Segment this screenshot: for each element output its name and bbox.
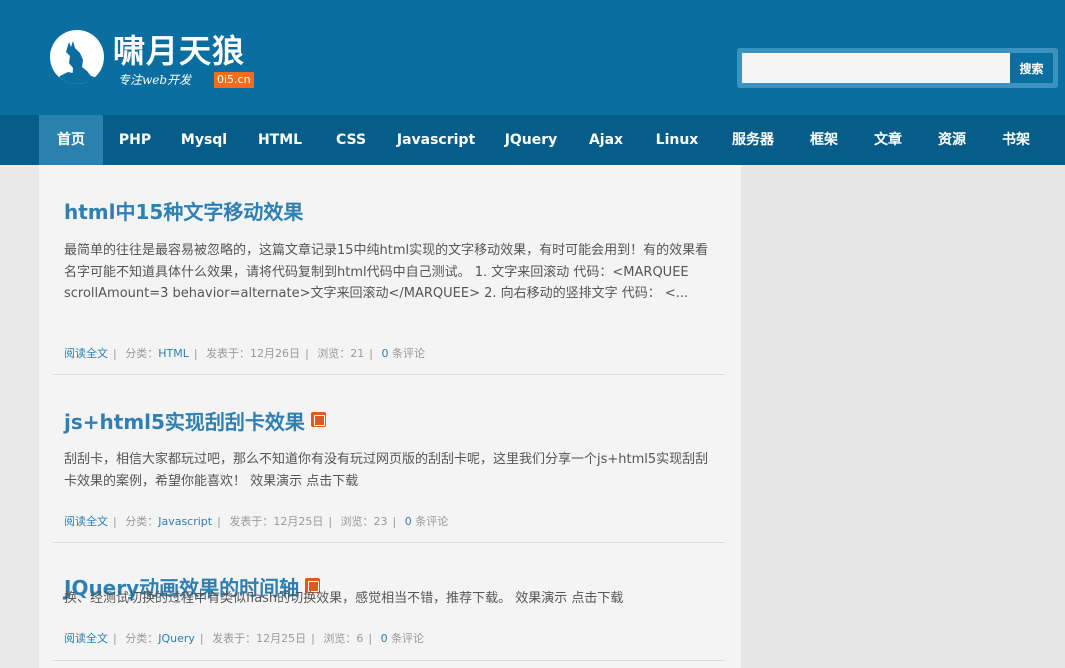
category-label: 分类： <box>125 347 159 360</box>
view-count: 浏览：23 <box>340 515 388 528</box>
comment-count[interactable]: 0 <box>405 515 412 528</box>
post-excerpt: 刮刮卡，相信大家都玩过吧，那么不知道你有没有玩过网页版的刮刮卡呢，这里我们分享一… <box>64 452 709 489</box>
search-button[interactable]: 搜索 <box>1010 53 1053 83</box>
domain-badge: 0i5.cn <box>214 72 254 88</box>
category-label: 分类： <box>125 632 159 645</box>
nav-item-css[interactable]: CSS <box>328 115 374 165</box>
site-tagline: 专注web开发 <box>118 73 192 87</box>
post-divider <box>53 660 725 661</box>
read-more-link[interactable]: 阅读全文 <box>64 632 108 645</box>
wolf-logo-icon[interactable] <box>50 30 104 84</box>
search-input[interactable] <box>742 53 1010 83</box>
nav-item-ajax[interactable]: Ajax <box>582 115 630 165</box>
nav-item-books[interactable]: 书架 <box>992 115 1040 165</box>
post-date: 发表于：12月25日 <box>212 632 307 645</box>
post-excerpt: 最简单的往往是最容易被忽略的，这篇文章记录15中纯html实现的文字移动效果，有… <box>64 243 709 301</box>
nav-item-framework[interactable]: 框架 <box>800 115 848 165</box>
nav-item-jquery[interactable]: JQuery <box>498 115 564 165</box>
category-link[interactable]: Javascript <box>158 515 212 528</box>
nav-item-html[interactable]: HTML <box>250 115 310 165</box>
post-meta: 阅读全文 | 分类：JQuery | 发表于：12月25日 | 浏览：6 | 0 条评论 <box>64 632 425 645</box>
read-more-link[interactable]: 阅读全文 <box>64 515 108 528</box>
read-more-link[interactable]: 阅读全文 <box>64 347 108 360</box>
post-date: 发表于：12月25日 <box>229 515 324 528</box>
post-item: js+html5实现刮刮卡效果 刮刮卡，相信大家都玩过吧，那么不知道你有没有玩过… <box>53 375 725 543</box>
post-excerpt: 换、经测试切换的过程中有类似flash的切换效果，感觉相当不错，推荐下载。 效果… <box>64 591 624 606</box>
post-item: JQuery动画效果的时间轴 换、经测试切换的过程中有类似flash的切换效果，… <box>53 543 725 668</box>
view-count: 浏览：21 <box>317 347 365 360</box>
nav-item-resources[interactable]: 资源 <box>928 115 976 165</box>
comments-label: 条评论 <box>415 515 449 528</box>
post-meta: 阅读全文 | 分类：Javascript | 发表于：12月25日 | 浏览：23 | … <box>64 515 449 528</box>
nav-item-server[interactable]: 服务器 <box>724 115 782 165</box>
view-count: 浏览：6 <box>323 632 364 645</box>
category-link[interactable]: JQuery <box>158 632 195 645</box>
nav-item-home[interactable]: 首页 <box>39 115 103 165</box>
post-date: 发表于：12月26日 <box>206 347 301 360</box>
post-meta: 阅读全文 | 分类：HTML | 发表于：12月26日 | 浏览：21 | 0 条评论 <box>64 347 425 360</box>
nav-item-articles[interactable]: 文章 <box>864 115 912 165</box>
site-title[interactable]: 啸月天狼 <box>113 31 245 71</box>
site-header: 啸月天狼 专注web开发 0i5.cn 搜索 <box>0 0 1065 115</box>
main-nav: 首页 PHP Mysql HTML CSS Javascript JQuery … <box>0 115 1065 165</box>
nav-item-linux[interactable]: Linux <box>648 115 706 165</box>
category-link[interactable]: HTML <box>158 347 189 360</box>
post-list: html中15种文字移动效果 最简单的往往是最容易被忽略的，这篇文章记录15中纯… <box>39 165 741 668</box>
nav-item-mysql[interactable]: Mysql <box>176 115 232 165</box>
comments-label: 条评论 <box>392 347 425 360</box>
nav-item-javascript[interactable]: Javascript <box>392 115 480 165</box>
post-title[interactable]: js+html5实现刮刮卡效果 <box>64 409 326 435</box>
comments-label: 条评论 <box>391 632 425 645</box>
post-title[interactable]: html中15种文字移动效果 <box>64 199 303 225</box>
nav-item-php[interactable]: PHP <box>109 115 161 165</box>
search-box: 搜索 <box>737 48 1058 88</box>
sidebar <box>741 165 1065 668</box>
comment-count[interactable]: 0 <box>382 347 389 360</box>
comment-count[interactable]: 0 <box>381 632 388 645</box>
picture-icon <box>310 412 326 427</box>
post-item: html中15种文字移动效果 最简单的往往是最容易被忽略的，这篇文章记录15中纯… <box>53 165 725 375</box>
category-label: 分类： <box>125 515 159 528</box>
